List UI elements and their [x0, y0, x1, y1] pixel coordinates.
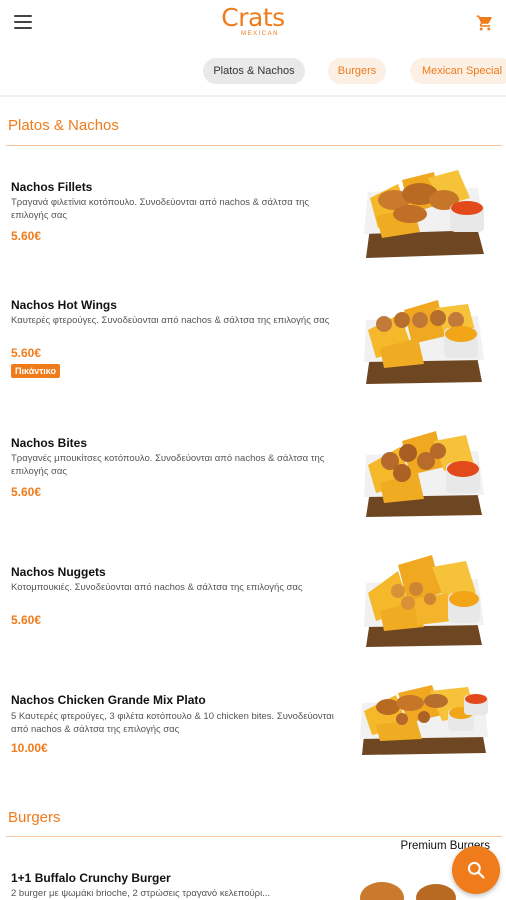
item-description: Τραγανές μπουκίτσες κοτόπουλο. Συνοδεύον… — [11, 453, 325, 477]
menu-item-nachos-hot-wings[interactable]: Nachos Hot Wings Καυτερές φτερούγες. Συν… — [0, 270, 506, 405]
section-divider — [6, 836, 502, 837]
item-price: 10.00€ — [11, 741, 48, 755]
shopping-cart-icon[interactable] — [476, 14, 494, 32]
menu-item-nachos-bites[interactable]: Nachos Bites Τραγανές μπουκίτσες κοτόπου… — [0, 405, 506, 535]
tab-platos-nachos[interactable]: Platos & Nachos — [203, 58, 305, 84]
tab-burgers[interactable]: Burgers — [328, 58, 386, 84]
app-header: Crats MEXICAN — [0, 0, 506, 48]
item-description: Καυτερές φτερούγες. Συνοδεύονται από nac… — [11, 315, 330, 326]
item-price: 5.60€ — [11, 613, 42, 627]
item-description: 5 Καυτερές φτερούγες, 3 φιλέτα κοτόπουλο… — [11, 711, 334, 735]
item-name: Nachos Nuggets — [11, 565, 106, 579]
section-divider — [6, 145, 502, 146]
item-name: Nachos Chicken Grande Mix Plato — [11, 693, 206, 707]
item-price: 5.60€ — [11, 485, 42, 499]
item-description: Κοτομπουκιές. Συνοδεύονται από nachos & … — [11, 582, 303, 593]
item-name: Nachos Fillets — [11, 180, 93, 194]
item-name: 1+1 Buffalo Crunchy Burger — [11, 871, 171, 885]
nachos-nuggets-image — [364, 555, 484, 647]
nachos-hot-wings-image — [364, 300, 484, 384]
search-button[interactable] — [452, 846, 500, 894]
logo-subtext: MEXICAN — [241, 31, 279, 37]
search-icon — [467, 861, 485, 879]
item-name: Nachos Hot Wings — [11, 298, 117, 312]
brand-logo: Crats MEXICAN — [0, 4, 506, 37]
menu-item-nachos-chicken-grande-mix-plato[interactable]: Nachos Chicken Grande Mix Plato 5 Καυτερ… — [0, 665, 506, 790]
tab-mexican-special[interactable]: Mexican Special — [410, 58, 506, 84]
section-title-platos-nachos: Platos & Nachos — [8, 117, 119, 134]
nachos-chicken-grande-mix-plato-image — [360, 685, 488, 755]
menu-item-nachos-fillets[interactable]: Nachos Fillets Τραγανά φιλετίνια κοτόπου… — [0, 150, 506, 270]
section-title-burgers: Burgers — [8, 809, 61, 826]
menu-item-buffalo-crunchy-burger[interactable]: 1+1 Buffalo Crunchy Burger 2 burger με ψ… — [0, 860, 506, 900]
item-name: Nachos Bites — [11, 436, 88, 450]
nachos-fillets-image — [364, 170, 484, 258]
item-description: Τραγανά φιλετίνια κοτόπουλο. Συνοδεύοντα… — [11, 197, 309, 221]
spicy-badge: Πικάντικο — [11, 364, 60, 378]
nachos-bites-image — [364, 431, 484, 517]
logo-text: Crats — [221, 3, 285, 32]
item-price: 5.60€ — [11, 346, 42, 360]
category-tabs: Platos & Nachos Burgers Mexican Special — [0, 52, 506, 94]
buffalo-crunchy-burger-image — [360, 882, 456, 900]
menu-item-nachos-nuggets[interactable]: Nachos Nuggets Κοτομπουκιές. Συνοδεύοντα… — [0, 535, 506, 665]
item-price: 5.60€ — [11, 229, 42, 243]
item-description: 2 burger με ψωμάκι brioche, 2 στρώσεις τ… — [11, 888, 271, 899]
tabs-divider — [0, 95, 506, 97]
